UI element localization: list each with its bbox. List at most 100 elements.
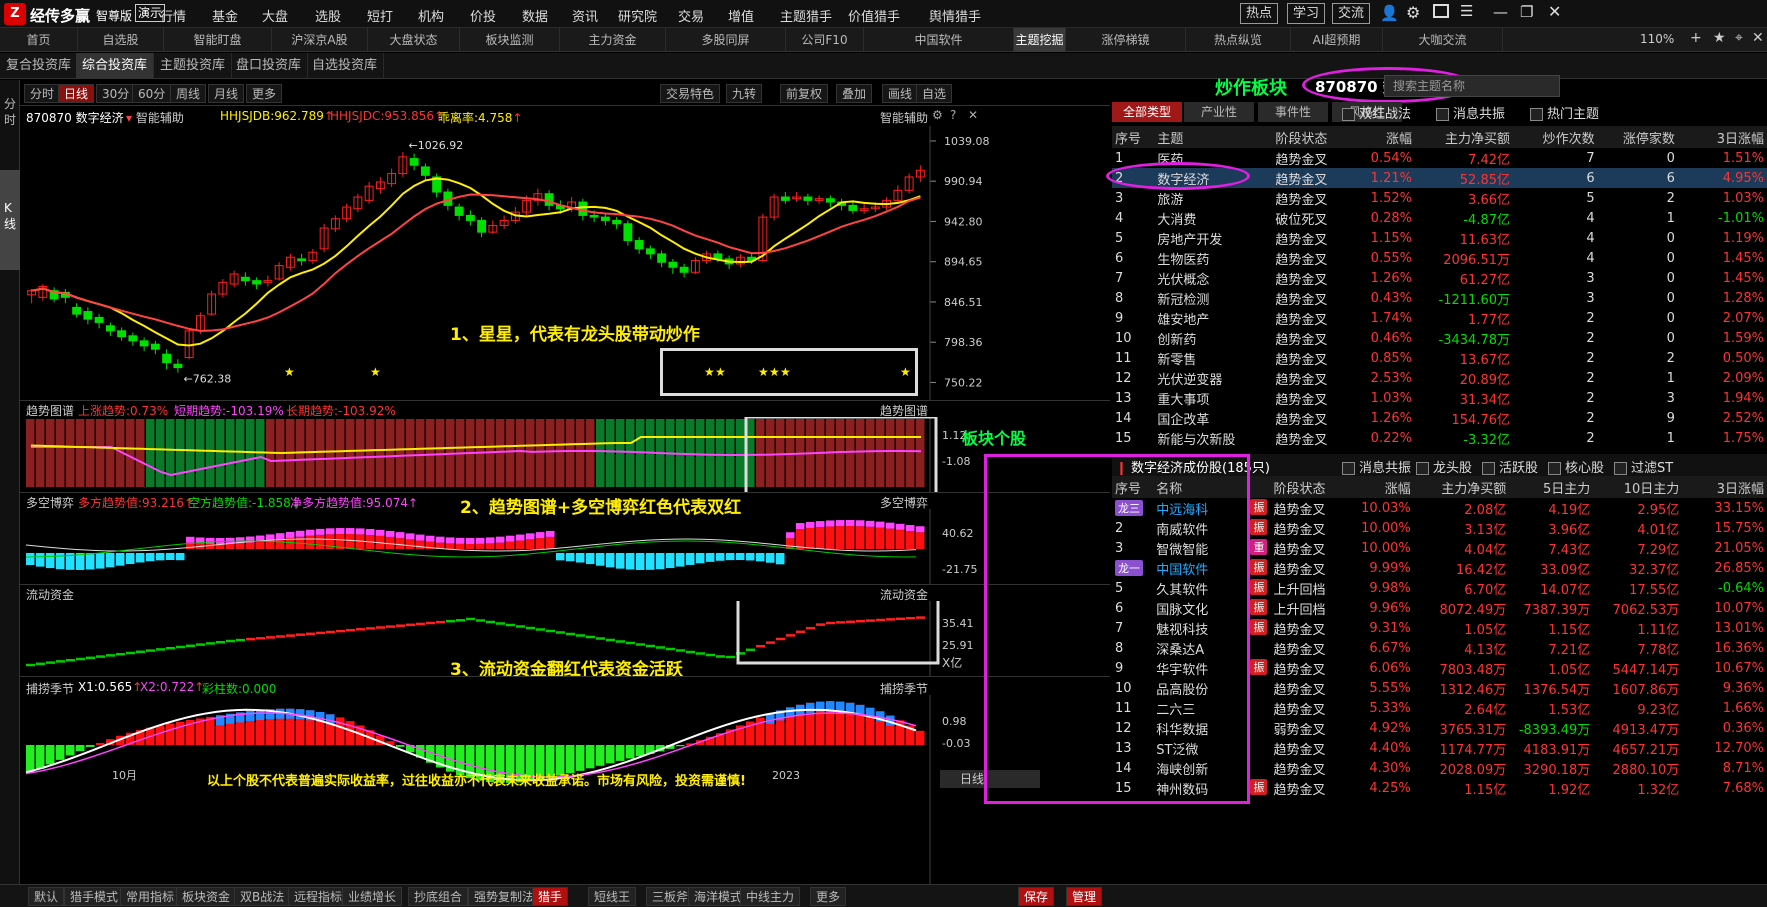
stock-header-6[interactable]: 10日主力	[1593, 476, 1682, 498]
menu-item-5[interactable]: 机构	[418, 6, 444, 25]
stock-check-3[interactable]: 核心股	[1548, 457, 1604, 476]
period-0[interactable]: 分时	[24, 84, 61, 103]
tool-1[interactable]: 九转	[726, 84, 763, 103]
theme-header-5[interactable]: 炒作次数	[1513, 126, 1598, 148]
tab-1[interactable]: 自选股	[78, 28, 164, 52]
window-icon[interactable]	[1433, 4, 1449, 18]
tab-11[interactable]: 涨停梯镜	[1066, 28, 1186, 52]
theme-header-1[interactable]: 主题	[1154, 126, 1272, 148]
trend-chart[interactable]: 1.12-1.08	[20, 417, 1110, 493]
tab-9[interactable]: 中国软件	[864, 28, 1014, 52]
theme-row[interactable]: 9 雄安地产 趋势金叉 1.74% 1.77亿 2 0 2.07%	[1112, 308, 1767, 328]
theme-row[interactable]: 8 新冠检测 趋势金叉 0.43% -1211.60万 3 0 1.28%	[1112, 288, 1767, 308]
chat-button[interactable]: 交流	[1332, 3, 1371, 24]
bottom-tab-5[interactable]: 远程指标	[288, 887, 349, 906]
tab-12[interactable]: 热点纵览	[1186, 28, 1291, 52]
stock-header-7[interactable]: 3日涨幅	[1682, 476, 1767, 498]
menu-item-13[interactable]: 价值猎手	[848, 6, 900, 25]
user-icon[interactable]: 👤	[1380, 4, 1399, 22]
period-4[interactable]: 周线	[170, 84, 207, 103]
restore-icon[interactable]: ❐	[1520, 3, 1533, 21]
theme-row[interactable]: 10 创新药 趋势金叉 0.46% -3434.78万 2 0 1.59%	[1112, 328, 1767, 348]
bottom-tab-6[interactable]: 业绩增长	[342, 887, 403, 906]
theme-row[interactable]: 15 新能与次新股 趋势金叉 0.22% -3.32亿 2 1 1.75%	[1112, 428, 1767, 448]
assist-toggle[interactable]: ▾ 智能辅助	[126, 109, 184, 126]
menu-item-4[interactable]: 短打	[367, 6, 393, 25]
menu-item-6[interactable]: 价投	[470, 6, 496, 25]
period-5[interactable]: 月线	[208, 84, 245, 103]
bottom-action-0[interactable]: 保存	[1018, 887, 1055, 906]
minimize-icon[interactable]: —	[1493, 3, 1508, 21]
tab-5[interactable]: 板块监测	[460, 28, 560, 52]
gear-icon[interactable]: ⚙	[1406, 3, 1420, 22]
bottom-tab-9[interactable]: 猎手	[532, 887, 569, 906]
theme-header-3[interactable]: 涨幅	[1353, 126, 1415, 148]
tab-3[interactable]: 沪深京A股	[272, 28, 368, 52]
tab-13[interactable]: AI超预期	[1291, 28, 1383, 52]
candlestick-chart[interactable]: 1039.08 990.94 942.80 894.65 846.51 798.36 750…	[20, 126, 1110, 401]
tool-0[interactable]: 交易特色	[660, 84, 721, 103]
subtab-0[interactable]: 复合投资库	[0, 53, 79, 79]
close-icon[interactable]: ✕	[1548, 2, 1561, 21]
plus-icon[interactable]: +	[1690, 30, 1702, 46]
menu-item-10[interactable]: 交易	[678, 6, 704, 25]
subtab-2[interactable]: 主题投资库	[154, 53, 233, 79]
tab-0[interactable]: 首页	[0, 28, 78, 52]
period-1[interactable]: 日线	[58, 84, 95, 103]
menu-item-11[interactable]: 增值	[728, 6, 754, 25]
theme-row[interactable]: 13 重大事项 趋势金叉 1.03% 31.34亿 2 3 1.94%	[1112, 388, 1767, 408]
zoom-level[interactable]: 110%	[1640, 32, 1674, 46]
kline-tab[interactable]: K线	[0, 170, 20, 270]
stock-check-4[interactable]: 过滤ST	[1614, 457, 1673, 476]
theme-row[interactable]: 4 大消费 破位死叉 0.28% -4.87亿 4 1 -1.01%	[1112, 208, 1767, 228]
bottom-tab-11[interactable]: 三板斧	[646, 887, 695, 906]
bottom-tab-4[interactable]: 双B战法	[234, 887, 291, 906]
bottom-tab-7[interactable]: 抄底组合	[408, 887, 469, 906]
menu-item-1[interactable]: 基金	[212, 6, 238, 25]
tab-8[interactable]: 公司F10	[786, 28, 864, 52]
theme-row[interactable]: 11 新零售 趋势金叉 0.85% 13.67亿 2 2 0.50%	[1112, 348, 1767, 368]
tab-4[interactable]: 大盘状态	[368, 28, 460, 52]
game-chart[interactable]: 40.62 -21.75	[20, 509, 1110, 585]
season-chart[interactable]: 0.98 -0.03 10月 2023	[20, 695, 1110, 885]
menu-item-9[interactable]: 研究院	[618, 6, 657, 25]
theme-header-6[interactable]: 涨停家数	[1598, 126, 1678, 148]
bottom-action-1[interactable]: 管理	[1066, 887, 1103, 906]
tab-2[interactable]: 智能盯盘	[164, 28, 272, 52]
close-panel-icon[interactable]: ✕	[968, 108, 978, 122]
bottom-tab-3[interactable]: 板块资金	[176, 887, 237, 906]
stock-header-3[interactable]: 涨幅	[1349, 476, 1414, 498]
period-2[interactable]: 30分	[96, 84, 136, 103]
theme-header-4[interactable]: 主力净买额	[1415, 126, 1513, 148]
stock-header-5[interactable]: 5日主力	[1509, 476, 1593, 498]
menu-icon[interactable]: ☰	[1460, 2, 1473, 20]
tab-6[interactable]: 主力资金	[560, 28, 666, 52]
bottom-tab-1[interactable]: 猎手模式	[64, 887, 125, 906]
theme-row[interactable]: 5 房地产开发 趋势金叉 1.15% 11.63亿 4 0 1.19%	[1112, 228, 1767, 248]
filter-tab-0[interactable]: 全部类型	[1112, 102, 1182, 122]
check-0[interactable]: 双红战法	[1342, 103, 1411, 122]
stock-header-2[interactable]: 阶段状态	[1270, 476, 1348, 498]
tab-7[interactable]: 多股同屏	[666, 28, 786, 52]
bottom-tab-12[interactable]: 海洋模式	[688, 887, 749, 906]
filter-tab-1[interactable]: 产业性	[1184, 102, 1254, 122]
check-1[interactable]: 消息共振	[1436, 103, 1505, 122]
bottom-tab-14[interactable]: 更多	[810, 887, 847, 906]
period-3[interactable]: 60分	[132, 84, 172, 103]
subtab-3[interactable]: 盘口投资库	[230, 53, 309, 79]
theme-row[interactable]: 12 光伏逆变器 趋势金叉 2.53% 20.89亿 2 1 2.09%	[1112, 368, 1767, 388]
tool-5[interactable]: 自选	[916, 84, 953, 103]
stock-check-0[interactable]: 消息共振	[1342, 457, 1411, 476]
theme-row[interactable]: 14 国企改革 趋势金叉 1.26% 154.76亿 2 9 2.52%	[1112, 408, 1767, 428]
menu-item-7[interactable]: 数据	[522, 6, 548, 25]
intraday-tab[interactable]: 分时	[4, 96, 16, 128]
menu-item-0[interactable]: 行情	[160, 6, 186, 25]
stock-check-1[interactable]: 龙头股	[1416, 457, 1472, 476]
help-icon[interactable]: ?	[950, 108, 956, 122]
menu-item-14[interactable]: 舆情猎手	[929, 6, 981, 25]
subtab-1[interactable]: 综合投资库	[76, 53, 155, 79]
tool-3[interactable]: 叠加	[836, 84, 873, 103]
tool-4[interactable]: 画线	[882, 84, 919, 103]
tab-14[interactable]: 大咖交流	[1383, 28, 1503, 52]
bottom-tab-2[interactable]: 常用指标	[120, 887, 181, 906]
